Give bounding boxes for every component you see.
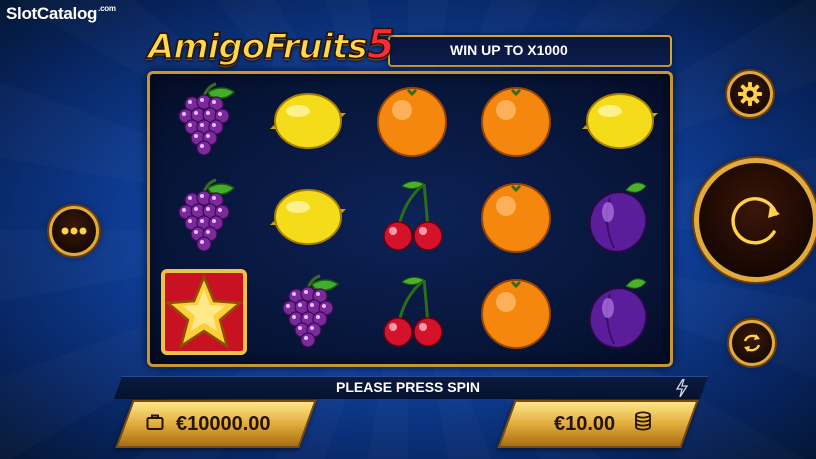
reel-symbol-cherry [364,170,460,262]
reel-symbol-grapes [156,170,252,262]
grapes-icon [178,82,236,156]
settings-button[interactable] [727,71,773,117]
gear-icon [738,82,762,106]
cherry-icon [383,180,443,251]
reel-symbol-lemon [572,74,668,166]
reel-symbol-lemon [260,74,356,166]
autoplay-button[interactable] [729,320,775,366]
plum-icon [588,278,648,349]
watermark: SlotCatalog.com [6,4,116,23]
lemon-icon [582,93,658,149]
balance-value: €10000.00 [176,413,271,435]
coins-icon[interactable] [633,411,653,433]
bolt-icon[interactable] [676,379,688,397]
reel-symbol-orange [468,266,564,358]
menu-button[interactable] [49,206,99,256]
wallet-icon [146,414,164,430]
reel-symbol-plum [572,170,668,262]
spin-button[interactable] [694,158,816,282]
win-banner: WIN UP TO X1000 [388,35,672,67]
game-header: WIN UP TO X1000 AmigoFruits5 [147,21,672,69]
cherry-icon [383,276,443,347]
bet-value[interactable]: €10.00 [554,413,615,436]
plum-icon [588,182,648,253]
orange-icon [481,279,551,349]
star-icon [161,269,247,355]
game-logo: AmigoFruits5 [147,21,395,69]
lemon-icon [270,93,346,149]
reel-symbol-orange [468,74,564,166]
orange-icon [377,87,447,157]
reel-symbol-orange [468,170,564,262]
spin-arrow-icon [731,197,780,245]
autoplay-icon [743,334,761,352]
reel-symbol-cherry [364,266,460,358]
orange-icon [481,183,551,253]
reel-symbol-lemon [260,170,356,262]
grapes-icon [282,274,340,348]
reel-symbol-grapes [260,266,356,358]
more-dots-icon [61,227,87,235]
win-text: WIN UP TO X1000 [450,42,568,58]
reel-symbol-grapes [156,74,252,166]
grapes-icon [178,178,236,252]
reel-symbol-star [156,266,252,358]
reel-grid [147,71,673,367]
reel-symbol-plum [572,266,668,358]
orange-icon [481,87,551,157]
lemon-icon [270,189,346,245]
reel-symbol-orange [364,74,460,166]
status-message: PLEASE PRESS SPIN [336,379,480,395]
